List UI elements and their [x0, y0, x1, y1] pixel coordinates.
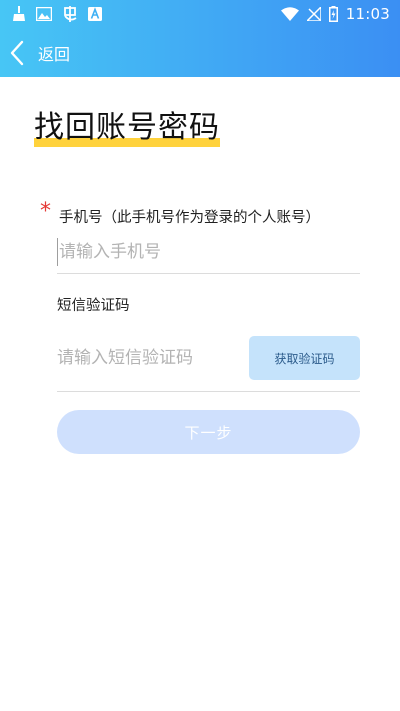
image-icon [36, 7, 52, 21]
sms-divider [57, 391, 360, 392]
app-header: 11:03 返回 [0, 0, 400, 77]
cleaner-icon [12, 6, 26, 22]
text-a-icon [88, 7, 102, 21]
nav-bar: 返回 [0, 28, 400, 77]
next-step-button[interactable]: 下一步 [57, 410, 360, 454]
phone-divider [57, 273, 360, 274]
status-bar-left-icons [12, 5, 102, 23]
get-code-button[interactable]: 获取验证码 [249, 336, 360, 380]
status-clock: 11:03 [345, 5, 390, 23]
phone-label: 手机号（此手机号作为登录的个人账号） [59, 210, 320, 226]
status-bar: 11:03 [0, 0, 400, 28]
bug-icon [62, 6, 78, 22]
page-title: 找回账号密码 [34, 108, 220, 148]
sms-code-input[interactable] [57, 344, 237, 372]
chevron-left-icon [10, 40, 24, 66]
page-title-text: 找回账号密码 [34, 110, 220, 145]
no-signal-icon [306, 7, 321, 21]
status-bar-right-icons: 11:03 [280, 4, 390, 24]
back-button[interactable]: 返回 [10, 36, 70, 70]
page-title-wrap: 找回账号密码 [34, 108, 220, 148]
battery-charging-icon [328, 6, 338, 22]
wifi-icon [280, 7, 299, 21]
phone-input[interactable] [57, 238, 359, 266]
back-label: 返回 [38, 45, 71, 64]
sms-code-label: 短信验证码 [57, 298, 130, 314]
required-mark: * [40, 199, 51, 224]
